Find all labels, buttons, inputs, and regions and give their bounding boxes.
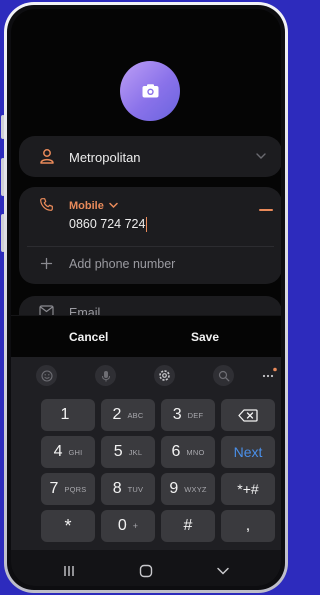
phone-number-input[interactable]: 0860 724 724 — [69, 217, 148, 233]
key-6[interactable]: 6 MNO — [161, 436, 215, 468]
voice-input-button[interactable] — [95, 365, 116, 386]
navigation-bar — [11, 550, 281, 586]
back-button[interactable] — [208, 556, 238, 586]
key-hash[interactable]: # — [161, 510, 215, 542]
key-letters: TUV — [127, 484, 144, 494]
key-digit: 3 — [172, 406, 182, 423]
microphone-icon — [101, 370, 110, 381]
cancel-button[interactable]: Cancel — [69, 330, 108, 344]
emoji-button[interactable] — [36, 365, 57, 386]
key-2[interactable]: 2 ABC — [101, 399, 155, 431]
save-button[interactable]: Save — [191, 330, 219, 344]
more-icon — [262, 367, 277, 378]
key-digit: , — [245, 517, 251, 534]
key-digit: 7 — [49, 480, 59, 497]
home-icon — [139, 564, 153, 577]
key-7[interactable]: 7 PQRS — [41, 473, 95, 505]
phone-frame: Metropolitan Mobile 0860 724 724 Add pho… — [4, 2, 288, 593]
recents-button[interactable] — [54, 556, 84, 586]
person-icon — [40, 149, 54, 164]
key-digit: 4 — [53, 443, 63, 460]
key-digit: 5 — [113, 443, 123, 460]
key-letters: DEF — [187, 410, 204, 420]
account-label: Metropolitan — [69, 150, 141, 165]
chevron-down-icon — [256, 153, 266, 159]
camera-icon — [142, 84, 158, 98]
key-0[interactable]: 0 + — [101, 510, 155, 542]
keyboard-toolbar — [11, 357, 281, 393]
key-digit: * — [64, 515, 72, 536]
next-key[interactable]: Next — [221, 436, 275, 468]
chevron-down-icon — [216, 567, 229, 575]
key-letters: MNO — [186, 447, 205, 457]
keyboard-settings-button[interactable] — [154, 365, 175, 386]
remove-phone-button[interactable] — [259, 209, 273, 211]
divider — [27, 246, 274, 247]
key-3[interactable]: 3 DEF — [161, 399, 215, 431]
key-digit: 0 — [117, 517, 127, 534]
action-bar: Cancel Save — [11, 315, 281, 356]
chevron-down-icon — [109, 202, 118, 209]
key-digit: # — [183, 517, 193, 534]
phone-number-value: 0860 724 724 — [69, 217, 146, 231]
text-cursor — [146, 217, 148, 233]
key-letters: PQRS — [64, 484, 87, 494]
symbols-key-label: *+# — [237, 481, 259, 497]
next-key-label: Next — [233, 444, 263, 460]
key-digit: 1 — [60, 406, 70, 423]
add-phone-number-button[interactable]: Add phone number — [69, 257, 175, 271]
search-icon — [218, 370, 229, 381]
search-button[interactable] — [213, 365, 234, 386]
home-button[interactable] — [131, 556, 161, 586]
phone-type-label: Mobile — [69, 200, 104, 212]
key-letters: ABC — [127, 410, 144, 420]
key-letters: JKL — [128, 447, 143, 457]
comma-key[interactable]: , — [221, 510, 275, 542]
key-digit: 6 — [171, 443, 181, 460]
phone-screen: Metropolitan Mobile 0860 724 724 Add pho… — [11, 9, 281, 586]
emoji-icon — [40, 369, 53, 382]
key-letters: WXYZ — [184, 484, 207, 494]
key-1[interactable]: 1 — [41, 399, 95, 431]
phone-bezel: Metropolitan Mobile 0860 724 724 Add pho… — [7, 5, 285, 590]
key-digit: 9 — [169, 480, 179, 497]
key-letters: GHI — [68, 447, 83, 457]
key-digit: 2 — [112, 406, 122, 423]
contact-photo[interactable] — [120, 61, 180, 121]
key-9[interactable]: 9 WXYZ — [161, 473, 215, 505]
symbols-key[interactable]: *+# — [221, 473, 275, 505]
key-8[interactable]: 8 TUV — [101, 473, 155, 505]
key-digit: 8 — [112, 480, 122, 497]
more-options-button[interactable] — [259, 365, 279, 385]
recents-icon — [64, 565, 75, 576]
dial-keypad: 1 2 ABC 3 DEF 4 GHI 5 JKL 6 MNO Next 7 P… — [11, 393, 281, 550]
phone-section: Mobile 0860 724 724 Add phone number — [19, 187, 281, 284]
account-selector[interactable]: Metropolitan — [19, 136, 281, 177]
plus-icon — [40, 257, 53, 270]
key-letters: + — [132, 521, 139, 531]
backspace-key[interactable] — [221, 399, 275, 431]
key-star[interactable]: * — [41, 510, 95, 542]
key-4[interactable]: 4 GHI — [41, 436, 95, 468]
phone-type-selector[interactable]: Mobile — [69, 200, 118, 212]
phone-icon — [40, 198, 53, 211]
backspace-icon — [238, 408, 258, 422]
settings-icon — [159, 370, 170, 381]
key-5[interactable]: 5 JKL — [101, 436, 155, 468]
